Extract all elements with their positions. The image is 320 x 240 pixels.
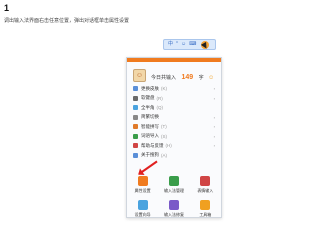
- menu-item-shortcut: (T): [161, 124, 167, 130]
- menu-item-icon: [133, 152, 138, 158]
- submenu-chevron-icon: ›: [213, 124, 215, 130]
- tool-grid-icon: [137, 176, 148, 186]
- menu-item-label: 智能拼写: [141, 123, 159, 129]
- menu-item-shortcut: (A): [161, 152, 167, 158]
- menu-item[interactable]: 帮助与反馈 (H) ›: [127, 141, 221, 151]
- menu-item-label: 更换皮肤: [141, 85, 159, 91]
- step-number: 1: [4, 3, 10, 13]
- menu-item[interactable]: 简繁切换 ›: [127, 113, 221, 123]
- menu-item-shortcut: (S): [161, 133, 167, 139]
- tool-grid-label: 输入法修复: [163, 212, 184, 217]
- menu-item[interactable]: 关于搜狗 (A): [127, 151, 221, 161]
- menu-list: 更换皮肤 (K) › 软键盘 (R) › 全半角 (Q) 简繁切换 › 智能拼写 (T) › 词语导入 (S…: [127, 84, 221, 160]
- tool-grid-label: 属性设置: [134, 188, 151, 193]
- menu-item[interactable]: 智能拼写 (T) ›: [127, 122, 221, 132]
- instruction-text: 调出输入法界面右击任意位置，弹出对话框单击属性设置: [4, 18, 130, 24]
- menu-item-icon: [133, 124, 138, 130]
- tool-grid-label: 工具箱: [199, 212, 212, 217]
- tool-grid-icon: [168, 200, 179, 210]
- tool-grid-item[interactable]: 输入法管理: [160, 176, 188, 194]
- ime-punctuation-icon[interactable]: °: [176, 42, 178, 47]
- tool-grid-icon: [168, 176, 179, 186]
- tool-grid-label: 表情输入: [197, 188, 214, 193]
- avatar[interactable]: ☺: [133, 68, 146, 82]
- menu-item-label: 帮助与反馈: [141, 142, 164, 148]
- tool-grid-icon: [200, 176, 211, 186]
- submenu-chevron-icon: ›: [213, 86, 215, 92]
- today-input-unit: 字: [198, 75, 204, 81]
- profile-summary: ☺ 今日共输入 149 字 ☺: [133, 66, 214, 84]
- ime-mode-chinese[interactable]: 中: [168, 42, 173, 47]
- tool-grid-row: 设置向导 输入法修复 工具箱: [127, 200, 221, 218]
- ime-keyboard-icon[interactable]: ⌨: [189, 42, 196, 47]
- menu-item[interactable]: 软键盘 (R) ›: [127, 94, 221, 104]
- tool-grid-item[interactable]: 表情输入: [191, 176, 219, 194]
- menu-item-icon: [133, 114, 138, 120]
- menu-item-icon: [133, 86, 138, 92]
- menu-item-icon: [133, 133, 138, 139]
- ime-emoji-icon[interactable]: ☺: [181, 42, 186, 47]
- menu-item-label: 全半角: [141, 104, 155, 110]
- menu-item-shortcut: (R): [156, 95, 163, 101]
- today-input-count: 149: [181, 74, 194, 81]
- menu-item-icon: [133, 143, 138, 149]
- submenu-chevron-icon: ›: [213, 143, 215, 149]
- menu-item-shortcut: (Q): [156, 105, 164, 111]
- menu-item-label: 软键盘: [141, 95, 155, 101]
- menu-item[interactable]: 更换皮肤 (K) ›: [127, 84, 221, 94]
- menu-item-icon: [133, 105, 138, 111]
- tool-grid-label: 设置向导: [134, 212, 151, 217]
- tool-grid-item[interactable]: 设置向导: [129, 200, 157, 218]
- panel-top-strip: [127, 58, 221, 62]
- tool-grid: 属性设置 输入法管理 表情输入设置向导 输入法修复 工具箱: [127, 176, 221, 224]
- menu-item-label: 简繁切换: [141, 114, 159, 120]
- submenu-chevron-icon: ›: [213, 95, 215, 101]
- tool-grid-item[interactable]: 工具箱: [191, 200, 219, 218]
- menu-item-label: 关于搜狗: [141, 152, 159, 158]
- menu-item-shortcut: (H): [165, 143, 172, 149]
- submenu-chevron-icon: ›: [213, 114, 215, 120]
- smile-icon: ☺: [208, 75, 215, 81]
- menu-item[interactable]: 词语导入 (S) ›: [127, 132, 221, 142]
- tool-grid-item[interactable]: 输入法修复: [160, 200, 188, 218]
- menu-item-label: 词语导入: [141, 133, 159, 139]
- submenu-chevron-icon: ›: [213, 133, 215, 139]
- menu-item-shortcut: (K): [161, 86, 167, 92]
- tool-grid-item[interactable]: 属性设置: [129, 176, 157, 194]
- tool-grid-icon: [137, 200, 148, 210]
- tool-grid-row: 属性设置 输入法管理 表情输入: [127, 176, 221, 194]
- menu-item-icon: [133, 95, 138, 101]
- context-menu-panel: ☺ 今日共输入 149 字 ☺ 更换皮肤 (K) › 软键盘 (R) › 全半角 (Q) 简繁切…: [126, 57, 222, 218]
- tool-grid-label: 输入法管理: [163, 188, 184, 193]
- tool-grid-icon: [200, 200, 211, 210]
- today-input-label: 今日共输入: [151, 75, 177, 81]
- menu-item[interactable]: 全半角 (Q): [127, 103, 221, 113]
